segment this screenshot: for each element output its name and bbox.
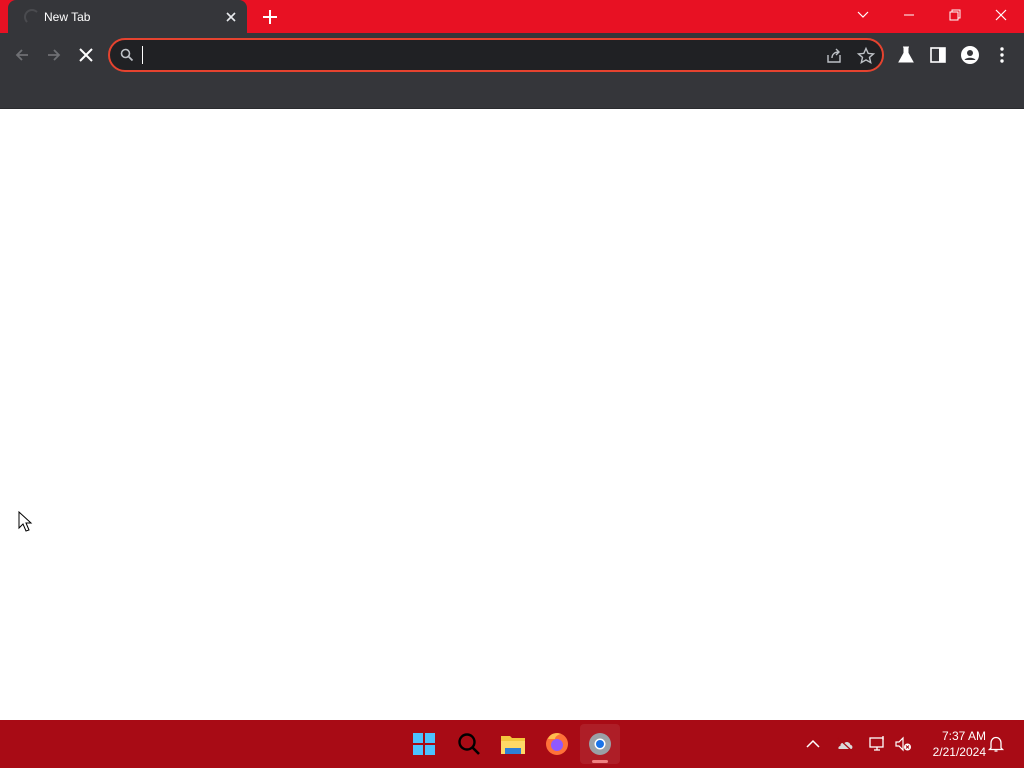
browser-toolbar [0,33,1024,77]
text-caret [142,46,143,64]
search-icon [120,48,134,62]
close-window-icon[interactable] [978,0,1024,30]
file-explorer-button[interactable] [493,724,533,764]
firefox-icon [546,733,568,755]
clock-date: 2/21/2024 [932,745,986,759]
restore-icon[interactable] [932,0,978,30]
new-tab-button[interactable] [259,6,281,28]
minimize-icon[interactable] [886,0,932,30]
active-app-indicator [592,760,608,763]
stop-loading-icon[interactable] [71,40,101,70]
mouse-pointer-icon [18,511,33,532]
loading-spinner-icon [24,9,40,25]
file-explorer-icon [501,736,525,754]
windows-start-icon [413,733,435,755]
share-icon[interactable] [824,46,844,66]
more-menu-icon[interactable] [992,45,1012,65]
page-content [0,109,1024,720]
show-hidden-icons-chevron-icon[interactable] [803,734,823,754]
tab-strip: New Tab [0,0,1024,33]
address-input[interactable] [140,43,800,67]
tab-new-tab[interactable]: New Tab [8,0,247,33]
forward-arrow-icon[interactable] [39,40,69,70]
taskbar-search-button[interactable] [449,724,489,764]
firefox-button[interactable] [537,724,577,764]
tab-search-chevron-icon[interactable] [840,0,886,30]
labs-flask-icon[interactable] [896,45,916,65]
chrome-icon [589,733,611,755]
profile-avatar-icon[interactable] [960,45,980,65]
onedrive-cloud-icon[interactable] [835,734,855,754]
search-icon [458,733,480,755]
back-arrow-icon[interactable] [7,40,37,70]
network-icon[interactable] [867,734,887,754]
notification-bell-icon[interactable] [986,734,1006,754]
close-tab-icon[interactable] [222,8,240,26]
volume-muted-icon[interactable] [893,734,913,754]
chrome-button[interactable] [580,724,620,764]
taskbar: 7:37 AM 2/21/2024 [0,720,1024,768]
bookmark-star-icon[interactable] [856,46,876,66]
bookmarks-bar [0,77,1024,109]
system-clock[interactable]: 7:37 AM 2/21/2024 [920,728,986,760]
start-button[interactable] [404,724,444,764]
clock-time: 7:37 AM [941,729,986,743]
address-bar[interactable] [108,38,884,72]
side-panel-icon[interactable] [928,45,948,65]
tab-title: New Tab [44,10,91,24]
